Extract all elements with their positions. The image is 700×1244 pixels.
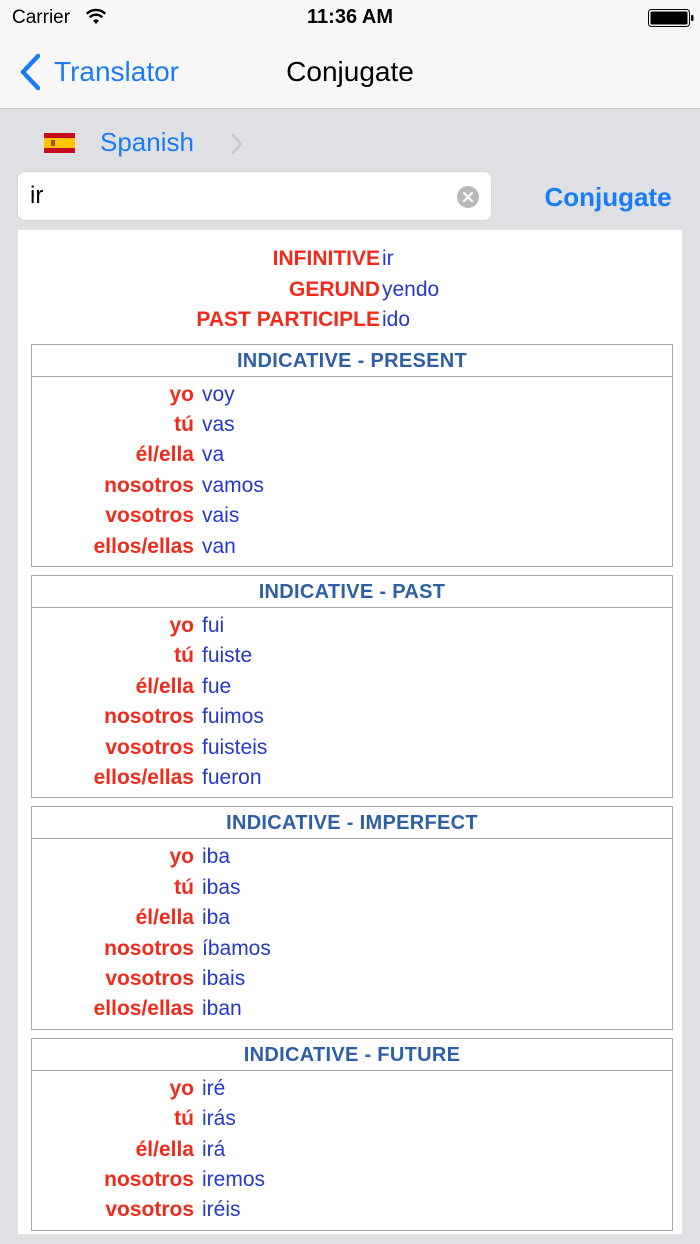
conjugated-form: ibais — [202, 967, 246, 990]
conjugated-form: van — [202, 534, 236, 558]
pronoun: él/ella — [135, 906, 194, 930]
pronoun: él/ella — [135, 443, 194, 467]
conjugated-form: iremos — [202, 1168, 266, 1192]
clear-icon[interactable] — [457, 186, 479, 208]
pronoun: tú — [174, 1107, 194, 1131]
pronoun: yo — [169, 613, 194, 637]
language-selector[interactable]: Spanish — [0, 110, 700, 170]
conjugated-form: íbamos — [202, 936, 271, 960]
conjugated-form: fueron — [202, 765, 262, 789]
pronoun: nosotros — [104, 473, 194, 497]
form-value: yendo — [382, 277, 440, 301]
tense-header: INDICATIVE - FUTURE — [32, 1039, 672, 1071]
pronoun: nosotros — [104, 936, 194, 960]
battery-icon — [648, 9, 694, 27]
language-label: Spanish — [100, 127, 194, 157]
pronoun: él/ella — [135, 674, 194, 698]
pronoun: vosotros — [105, 1198, 194, 1222]
conjugated-form: iban — [202, 997, 242, 1021]
verb-input[interactable] — [30, 180, 450, 212]
tense-imperfect: INDICATIVE - IMPERFECT yo iba tú ibas él… — [31, 806, 673, 1030]
tense-header: INDICATIVE - PRESENT — [32, 345, 672, 377]
conjugated-form: vas — [202, 412, 235, 436]
pronoun: yo — [169, 382, 194, 406]
conjugated-form: ibas — [202, 875, 241, 899]
conjugated-form: fuiste — [202, 644, 253, 668]
conjugated-form: vamos — [202, 473, 264, 497]
pronoun: vosotros — [105, 735, 194, 759]
conjugated-form: iba — [202, 906, 231, 930]
pronoun: yo — [169, 845, 194, 869]
conjugated-form: fui — [202, 613, 225, 637]
pronoun: vosotros — [105, 967, 194, 990]
form-label: GERUND — [288, 277, 380, 301]
tense-header: INDICATIVE - PAST — [32, 576, 672, 608]
status-time: 11:36 AM — [307, 6, 393, 28]
status-bar: Carrier 11:36 AM — [0, 0, 700, 36]
conjugated-form: iré — [202, 1076, 226, 1100]
search-box — [17, 171, 492, 221]
pronoun: ellos/ellas — [93, 534, 194, 558]
conjugated-form: fue — [202, 674, 232, 698]
spain-flag-icon — [44, 133, 75, 153]
form-label: INFINITIVE — [272, 247, 380, 270]
conjugated-form: irá — [202, 1137, 226, 1161]
tense-past: INDICATIVE - PAST yo fui tú fuiste él/el… — [31, 574, 673, 799]
conjugated-form: va — [202, 443, 225, 467]
chevron-right-icon — [231, 133, 243, 155]
conjugated-form: fuimos — [202, 705, 264, 729]
tense-future: INDICATIVE - FUTURE yo iré tú irás él/el… — [31, 1037, 673, 1231]
form-label: PAST PARTICIPLE — [196, 308, 380, 331]
conjugation-results[interactable]: INFINITIVE ir GERUND yendo PAST PARTICIP… — [17, 229, 683, 1235]
verb-forms: INFINITIVE ir GERUND yendo PAST PARTICIP… — [18, 244, 682, 336]
pronoun: tú — [174, 412, 194, 436]
form-value: ir — [382, 247, 394, 270]
pronoun: nosotros — [104, 705, 194, 729]
conjugated-form: voy — [202, 382, 235, 406]
pronoun: tú — [174, 875, 194, 899]
pronoun: nosotros — [104, 1168, 194, 1192]
pronoun: vosotros — [105, 504, 194, 528]
tense-present: INDICATIVE - PRESENT yo voy tú vas él/el… — [31, 343, 673, 567]
conjugated-form: irás — [202, 1107, 236, 1131]
pronoun: él/ella — [135, 1137, 194, 1161]
pronoun: ellos/ellas — [93, 765, 194, 789]
pronoun: tú — [174, 644, 194, 668]
page-title: Conjugate — [286, 56, 414, 87]
pronoun: ellos/ellas — [93, 997, 194, 1021]
conjugate-button[interactable]: Conjugate — [530, 178, 686, 216]
navigation-bar: Translator Conjugate — [0, 36, 700, 109]
conjugated-form: vais — [202, 504, 240, 528]
conjugated-form: iba — [202, 845, 231, 869]
conjugated-form: fuisteis — [202, 735, 268, 759]
pronoun: yo — [169, 1076, 194, 1100]
conjugated-form: iréis — [202, 1198, 241, 1222]
tense-header: INDICATIVE - IMPERFECT — [32, 807, 672, 840]
form-value: ido — [382, 308, 411, 331]
